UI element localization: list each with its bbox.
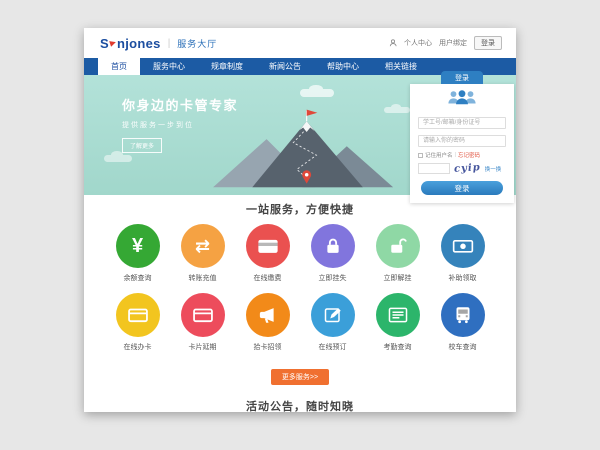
service-item[interactable]: 在线预订: [300, 293, 365, 362]
hero-title: 你身边的卡管专家: [122, 95, 238, 114]
transfer-icon: ⇄: [181, 224, 225, 268]
users-icon: [445, 89, 479, 106]
login-submit-button[interactable]: 登录: [421, 181, 503, 195]
services-title: 一站服务，方便快捷: [84, 201, 516, 217]
service-label: 补助领取: [449, 273, 477, 283]
captcha-input[interactable]: [418, 163, 450, 174]
service-label: 立即解挂: [384, 273, 412, 283]
nav-item[interactable]: 帮助中心: [314, 58, 372, 75]
captcha-row: cyip 换一换: [418, 163, 506, 174]
user-binding-link[interactable]: 用户绑定: [439, 38, 467, 48]
login-tab[interactable]: 登录: [441, 71, 483, 84]
service-label: 校车查询: [449, 342, 477, 352]
login-form: 记住用户名 | 忘记密码 cyip 换一换 登录: [410, 84, 514, 203]
service-label: 在线缴费: [254, 273, 282, 283]
service-label: 拾卡招领: [254, 342, 282, 352]
logo-divider: |: [168, 38, 171, 49]
service-item[interactable]: 考勤查询: [365, 293, 430, 362]
announcements-title: 活动公告，随时知晓: [84, 398, 516, 412]
yen-icon: ¥: [116, 224, 160, 268]
nav-item[interactable]: 首页: [98, 58, 140, 75]
bus-icon: [441, 293, 485, 337]
service-label: 立即挂失: [319, 273, 347, 283]
card-icon: [246, 224, 290, 268]
username-input[interactable]: [418, 117, 506, 129]
options-divider: |: [455, 152, 456, 158]
service-grid: ¥ 余额查询 ⇄ 转账充值 在线缴费 立即挂失 立即解挂 补助领取在线办卡 卡片延期 拾卡招领 在线…: [84, 224, 516, 362]
banknote-icon: [441, 224, 485, 268]
header-login-button[interactable]: 登录: [474, 36, 502, 50]
personal-center-link[interactable]: 个人中心: [404, 38, 432, 48]
login-options: 记住用户名 | 忘记密码: [418, 151, 506, 159]
person-icon: [389, 39, 397, 47]
password-input[interactable]: [418, 135, 506, 147]
logo-text: njones: [117, 36, 161, 51]
service-item[interactable]: ¥ 余额查询: [105, 224, 170, 293]
logo-subtitle: 服务大厅: [177, 37, 217, 50]
service-item[interactable]: 立即解挂: [365, 224, 430, 293]
more-services-button[interactable]: 更多服务>>: [271, 369, 329, 385]
unlock-icon: [376, 224, 420, 268]
service-label: 卡片延期: [189, 342, 217, 352]
login-panel: 登录 记住用户名 | 忘记密码 cyip 换一换: [410, 71, 514, 203]
card-outline-icon: [181, 293, 225, 337]
service-label: 考勤查询: [384, 342, 412, 352]
service-item[interactable]: 校车查询: [430, 293, 495, 362]
service-label: 余额查询: [124, 273, 152, 283]
megaphone-icon: [246, 293, 290, 337]
service-item[interactable]: 立即挂失: [300, 224, 365, 293]
logo[interactable]: S njones | 服务大厅: [100, 36, 217, 51]
service-label: 在线办卡: [124, 342, 152, 352]
nav-item[interactable]: 新闻公告: [256, 58, 314, 75]
service-item[interactable]: ⇄ 转账充值: [170, 224, 235, 293]
forgot-password-link[interactable]: 忘记密码: [458, 151, 480, 159]
service-item[interactable]: 在线缴费: [235, 224, 300, 293]
service-label: 转账充值: [189, 273, 217, 283]
cloud: [300, 89, 334, 97]
service-item[interactable]: 拾卡招领: [235, 293, 300, 362]
hero-text: 你身边的卡管专家 提供服务一步到位 了解更多: [122, 95, 238, 153]
service-label: 在线预订: [319, 342, 347, 352]
service-item[interactable]: 在线办卡: [105, 293, 170, 362]
hero-subtitle: 提供服务一步到位: [122, 120, 238, 130]
remember-checkbox[interactable]: [418, 153, 423, 158]
service-item[interactable]: 卡片延期: [170, 293, 235, 362]
captcha-image: cyip: [454, 162, 481, 175]
remember-label: 记住用户名: [425, 151, 453, 159]
logo-swoosh-icon: [109, 39, 117, 47]
attendance-icon: [376, 293, 420, 337]
hero-cta-button[interactable]: 了解更多: [122, 138, 162, 153]
card-outline-icon: [116, 293, 160, 337]
captcha-refresh-link[interactable]: 换一换: [485, 165, 502, 173]
service-item[interactable]: 补助领取: [430, 224, 495, 293]
logo-text: S: [100, 36, 109, 51]
nav-item[interactable]: 服务中心: [140, 58, 198, 75]
nav-item[interactable]: 规章制度: [198, 58, 256, 75]
cloud: [104, 155, 132, 162]
lock-icon: [311, 224, 355, 268]
header: S njones | 服务大厅 个人中心 用户绑定 登录: [84, 28, 516, 58]
page: S njones | 服务大厅 个人中心 用户绑定 登录 首页服务中心规章制度新…: [84, 28, 516, 412]
topbar: 个人中心 用户绑定 登录: [389, 28, 502, 58]
edit-icon: [311, 293, 355, 337]
